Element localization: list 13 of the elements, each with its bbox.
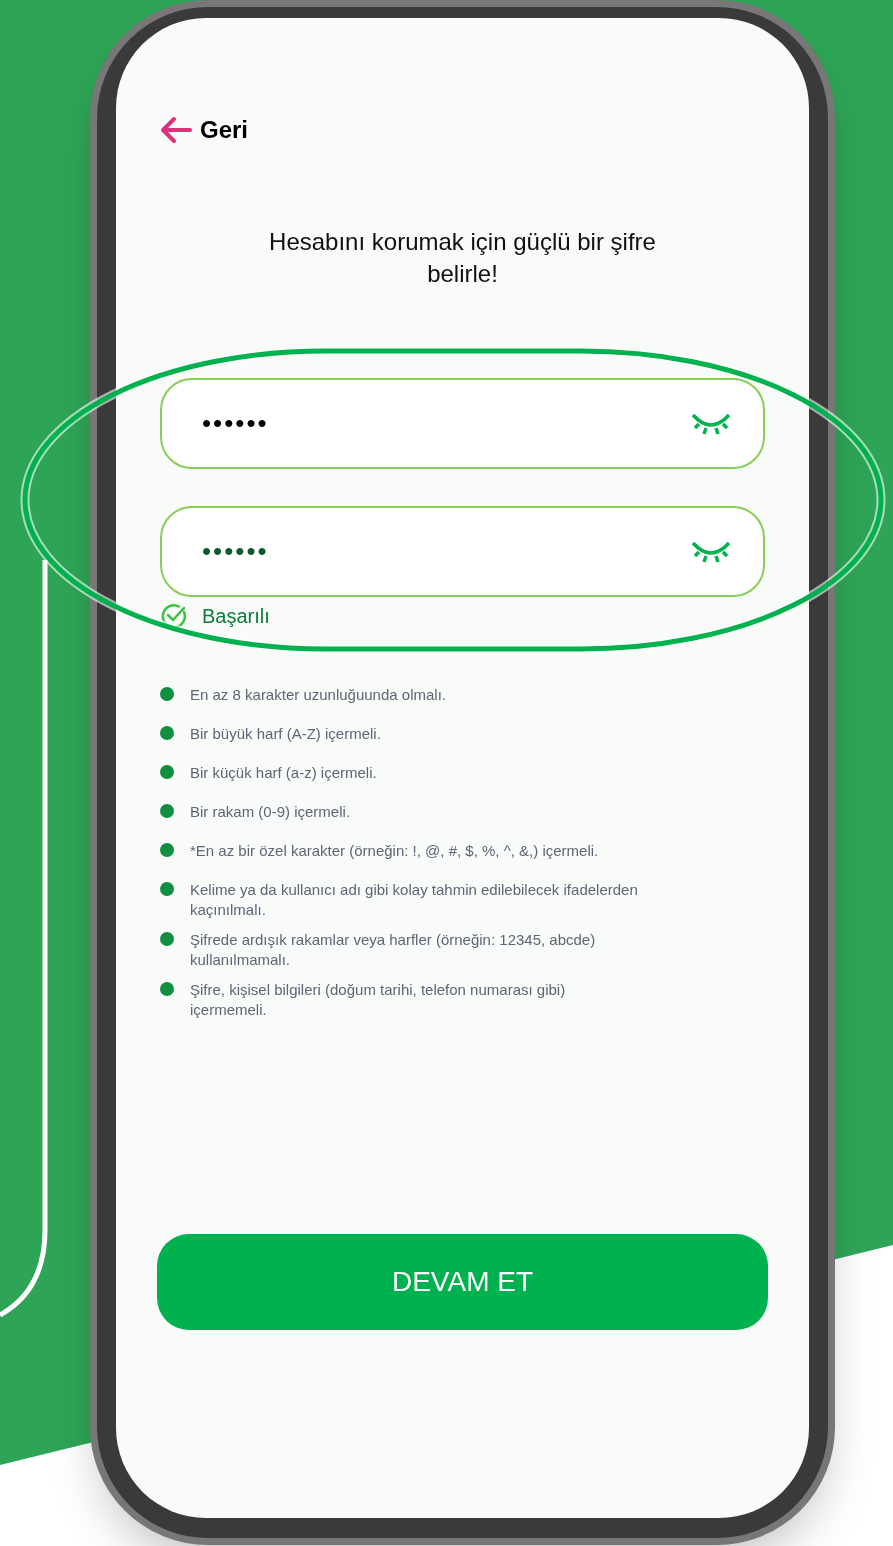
rule-text: Bir rakam (0-9) içermeli. — [190, 802, 351, 822]
rule-text: Şifrede ardışık rakamlar veya harfler (örneğin: 12345, abcde) kullanılmamalı. — [190, 930, 597, 970]
password-field[interactable]: •••••• — [160, 378, 765, 469]
rule-text: En az 8 karakter uzunluğuunda olmalı. — [190, 685, 446, 705]
rule-text: Bir büyük harf (A-Z) içermeli. — [190, 724, 381, 744]
page-title: Hesabını korumak için güçlü bir şifre belirle! — [268, 227, 657, 289]
rule-text: Şifre, kişisel bilgileri (doğum tarihi, telefon numarası gibi) içermemeli. — [190, 980, 567, 1020]
back-button[interactable]: Geri — [160, 112, 249, 148]
rule-text: Bir küçük harf (a-z) içermeli. — [190, 763, 377, 783]
rule-text: *En az bir özel karakter (örneğin: !, @, #, $, %, ^, &,) içermeli. — [190, 841, 599, 861]
rule-text: Kelime ya da kullanıcı adı gibi kolay tahmin edilebilecek ifadelerden kaçınılmalı. — [190, 880, 639, 920]
success-message: Başarılı — [202, 604, 270, 629]
password-field[interactable]: •••••• — [160, 506, 765, 597]
